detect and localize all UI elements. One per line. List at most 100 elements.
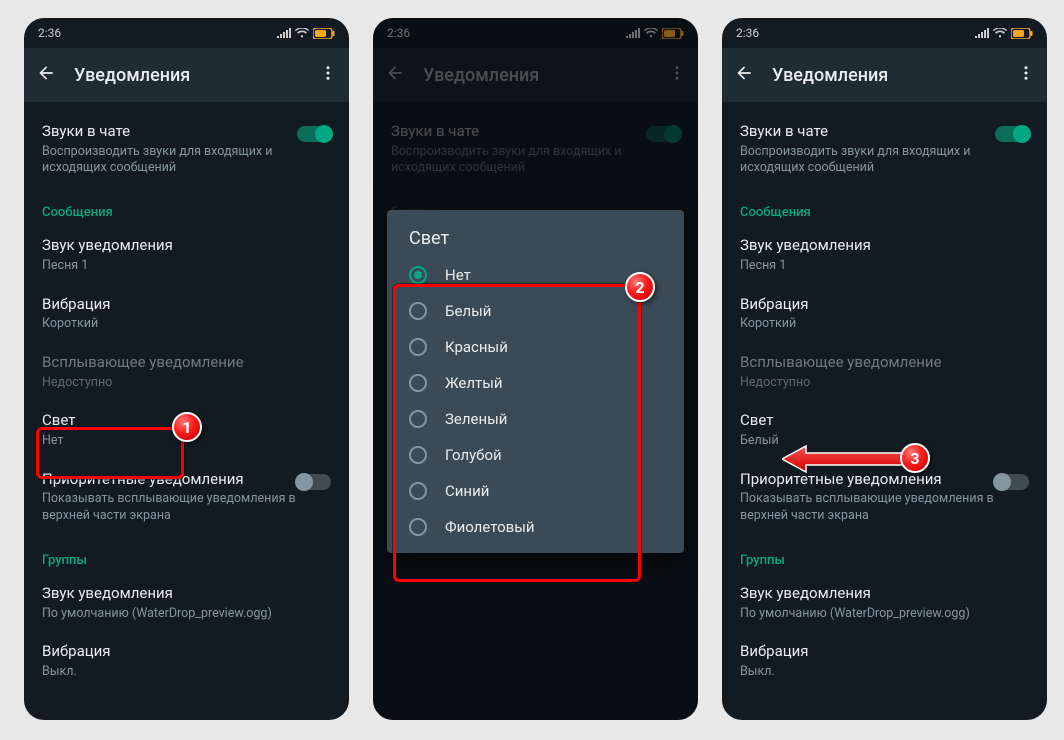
vibration-sub: Короткий	[42, 316, 331, 333]
step-number-1: 1	[182, 418, 191, 437]
radio-icon	[409, 482, 427, 500]
notification-sound-row[interactable]: Звук уведомления Песня 1	[24, 226, 349, 284]
group-sound-sub: По умолчанию (WaterDrop_preview.ogg)	[42, 606, 331, 623]
vibration-sub: Короткий	[740, 316, 1029, 333]
page-title: Уведомления	[74, 65, 301, 86]
dialog-option-label: Зеленый	[445, 410, 507, 428]
step-number-3: 3	[910, 449, 919, 468]
more-icon[interactable]	[1017, 64, 1035, 86]
dialog-option[interactable]: Красный	[387, 329, 684, 365]
dialog-option-label: Нет	[445, 266, 471, 284]
group-sound-label: Звук уведомления	[42, 584, 331, 604]
dialog-option-label: Красный	[445, 338, 508, 356]
priority-row[interactable]: Приоритетные уведомления Показывать вспл…	[24, 460, 349, 535]
priority-sub: Показывать всплывающие уведомления в вер…	[740, 491, 1029, 525]
dialog-option-label: Желтый	[445, 374, 503, 392]
notification-sound-sub: Песня 1	[42, 258, 331, 275]
popup-row: Всплывающее уведомление Недоступно	[24, 343, 349, 401]
step-badge-3: 3	[900, 443, 930, 473]
arrow-icon-3	[782, 444, 912, 474]
popup-label: Всплывающее уведомление	[740, 353, 1029, 373]
chat-sounds-toggle[interactable]	[297, 126, 331, 142]
chat-sounds-toggle[interactable]	[995, 126, 1029, 142]
radio-icon	[409, 446, 427, 464]
status-bar: 2:36	[24, 18, 349, 48]
dialog-option-label: Белый	[445, 302, 491, 320]
back-icon[interactable]	[734, 63, 754, 87]
notification-sound-row[interactable]: Звук уведомления Песня 1	[722, 226, 1047, 284]
priority-sub: Показывать всплывающие уведомления в вер…	[42, 491, 331, 525]
group-vibration-label: Вибрация	[740, 642, 1029, 662]
radio-icon	[409, 518, 427, 536]
popup-label: Всплывающее уведомление	[42, 353, 331, 373]
radio-icon	[409, 338, 427, 356]
notification-sound-label: Звук уведомления	[42, 236, 331, 256]
vibration-label: Вибрация	[42, 295, 331, 315]
light-label: Свет	[740, 411, 1029, 431]
group-sound-row[interactable]: Звук уведомления По умолчанию (WaterDrop…	[24, 574, 349, 632]
app-bar: Уведомления	[24, 48, 349, 102]
chat-sounds-row[interactable]: Звуки в чате Воспроизводить звуки для вх…	[722, 112, 1047, 187]
popup-row: Всплывающее уведомление Недоступно	[722, 343, 1047, 401]
radio-icon	[409, 374, 427, 392]
chat-sounds-label: Звуки в чате	[740, 122, 1029, 142]
page-title: Уведомления	[772, 65, 999, 86]
section-messages: Сообщения	[24, 187, 349, 226]
radio-icon	[409, 302, 427, 320]
group-vibration-sub: Выкл.	[42, 664, 331, 681]
dialog-title: Свет	[387, 228, 684, 257]
priority-toggle[interactable]	[995, 474, 1029, 490]
settings-content: Звуки в чате Воспроизводить звуки для вх…	[722, 102, 1047, 691]
battery-icon	[1011, 28, 1033, 39]
notification-sound-sub: Песня 1	[740, 258, 1029, 275]
dialog-option[interactable]: Голубой	[387, 437, 684, 473]
group-vibration-row[interactable]: Вибрация Выкл.	[722, 632, 1047, 690]
settings-content: Звуки в чате Воспроизводить звуки для вх…	[24, 102, 349, 691]
step-badge-1: 1	[172, 412, 202, 442]
dialog-option[interactable]: Фиолетовый	[387, 509, 684, 545]
status-time: 2:36	[38, 26, 61, 40]
status-time: 2:36	[736, 26, 759, 40]
app-bar: Уведомления	[722, 48, 1047, 102]
dialog-option-label: Синий	[445, 482, 489, 500]
status-icons	[975, 28, 1033, 39]
radio-icon	[409, 410, 427, 428]
more-icon[interactable]	[319, 64, 337, 86]
vibration-row[interactable]: Вибрация Короткий	[722, 285, 1047, 343]
phone-screenshot-3: 2:36 Уведомления Звуки в чате Воспроизво…	[722, 18, 1047, 720]
section-groups: Группы	[24, 535, 349, 574]
popup-sub: Недоступно	[42, 375, 331, 392]
group-vibration-label: Вибрация	[42, 642, 331, 662]
signal-icon	[277, 28, 291, 38]
back-icon[interactable]	[36, 63, 56, 87]
group-sound-label: Звук уведомления	[740, 584, 1029, 604]
dialog-option-label: Фиолетовый	[445, 518, 535, 536]
radio-icon	[409, 266, 427, 284]
chat-sounds-sub: Воспроизводить звуки для входящих и исхо…	[42, 144, 331, 178]
group-vibration-row[interactable]: Вибрация Выкл.	[24, 632, 349, 690]
dialog-option[interactable]: Зеленый	[387, 401, 684, 437]
vibration-row[interactable]: Вибрация Короткий	[24, 285, 349, 343]
section-groups: Группы	[722, 535, 1047, 574]
group-sound-row[interactable]: Звук уведомления По умолчанию (WaterDrop…	[722, 574, 1047, 632]
priority-label: Приоритетные уведомления	[42, 470, 331, 490]
vibration-label: Вибрация	[740, 295, 1029, 315]
popup-sub: Недоступно	[740, 375, 1029, 392]
chat-sounds-sub: Воспроизводить звуки для входящих и исхо…	[740, 144, 1029, 178]
light-dialog: Свет Нет Белый Красный Желтый Зеленый Голубой…	[387, 210, 684, 553]
phone-screenshot-1: 2:36 Уведомления Звуки в чате Воспроизво…	[24, 18, 349, 720]
dialog-option[interactable]: Желтый	[387, 365, 684, 401]
dialog-option[interactable]: Синий	[387, 473, 684, 509]
wifi-icon	[295, 28, 309, 38]
status-bar: 2:36	[722, 18, 1047, 48]
step-number-2: 2	[635, 278, 644, 297]
priority-toggle[interactable]	[297, 474, 331, 490]
chat-sounds-row[interactable]: Звуки в чате Воспроизводить звуки для вх…	[24, 112, 349, 187]
signal-icon	[975, 28, 989, 38]
group-vibration-sub: Выкл.	[740, 664, 1029, 681]
status-icons	[277, 28, 335, 39]
phone-screenshot-2: 2:36 Уведомления Звуки в чате Воспроизво…	[373, 18, 698, 720]
section-messages: Сообщения	[722, 187, 1047, 226]
dialog-option-label: Голубой	[445, 446, 502, 464]
group-sound-sub: По умолчанию (WaterDrop_preview.ogg)	[740, 606, 1029, 623]
